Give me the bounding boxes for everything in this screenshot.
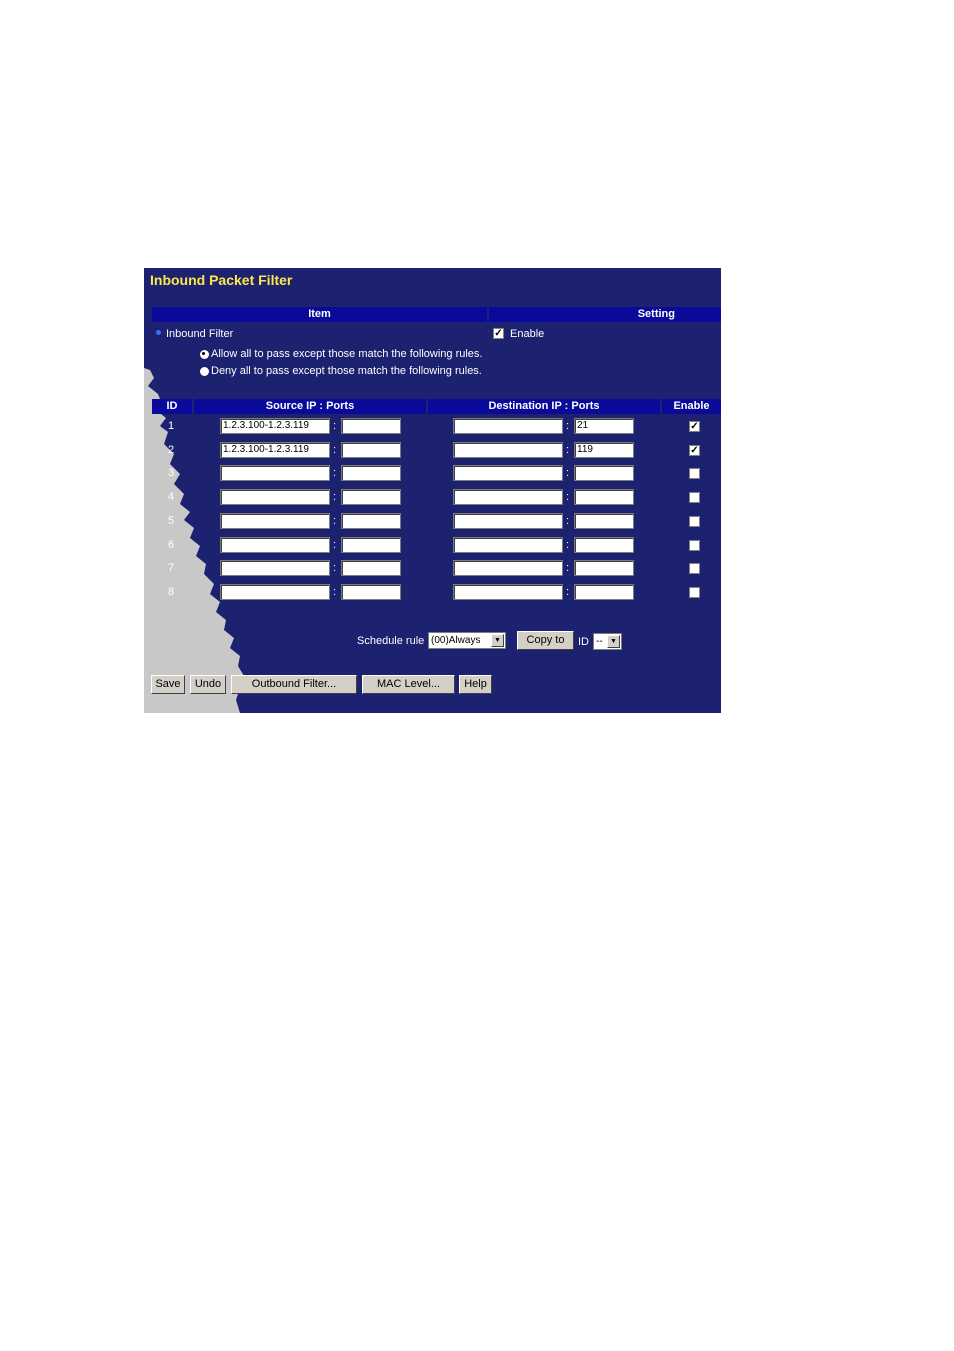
colon-separator: : xyxy=(566,420,570,432)
destination-ip-input[interactable] xyxy=(453,584,563,600)
source-port-input[interactable] xyxy=(341,584,401,600)
item-column-header: Item xyxy=(152,307,487,322)
source-port-input[interactable] xyxy=(341,537,401,553)
inbound-packet-filter-panel: Inbound Packet Filter Item Setting Inbou… xyxy=(144,268,721,713)
rule-enable-checkbox[interactable]: ✓ xyxy=(689,421,700,432)
row-id: 4 xyxy=(167,491,175,503)
source-column-header: Source IP : Ports xyxy=(194,399,426,414)
row-id: 2 xyxy=(167,444,175,456)
copy-id-label: ID xyxy=(578,636,589,648)
colon-separator: : xyxy=(333,420,337,432)
copy-id-select[interactable]: -- ▼ xyxy=(593,633,622,650)
row-id: 3 xyxy=(167,467,175,479)
inbound-filter-enable-checkbox[interactable]: ✓ xyxy=(493,328,504,339)
enable-label: Enable xyxy=(510,328,545,340)
enable-column-header: Enable xyxy=(662,399,721,414)
mac-level-button[interactable]: MAC Level... xyxy=(362,675,455,694)
colon-separator: : xyxy=(333,515,337,527)
destination-ip-input[interactable] xyxy=(453,537,563,553)
help-button[interactable]: Help xyxy=(459,675,492,694)
colon-separator: : xyxy=(566,467,570,479)
row-id: 8 xyxy=(167,586,175,598)
destination-ip-input[interactable] xyxy=(453,442,563,458)
row-id: 5 xyxy=(167,515,175,527)
bullet-icon xyxy=(156,330,161,335)
source-port-input[interactable] xyxy=(341,465,401,481)
rule-enable-checkbox[interactable] xyxy=(689,492,700,503)
inbound-filter-label: Inbound Filter xyxy=(166,328,234,340)
destination-port-input[interactable] xyxy=(574,489,634,505)
destination-port-input[interactable] xyxy=(574,513,634,529)
save-button[interactable]: Save xyxy=(151,675,185,694)
rule-enable-checkbox[interactable] xyxy=(689,587,700,598)
colon-separator: : xyxy=(566,491,570,503)
row-id: 1 xyxy=(167,420,175,432)
colon-separator: : xyxy=(333,444,337,456)
deny-policy-label: Deny all to pass except those match the … xyxy=(211,365,482,377)
destination-column-header: Destination IP : Ports xyxy=(428,399,660,414)
colon-separator: : xyxy=(566,444,570,456)
destination-port-input[interactable] xyxy=(574,560,634,576)
copy-to-button[interactable]: Copy to xyxy=(517,631,574,650)
destination-port-input[interactable] xyxy=(574,537,634,553)
colon-separator: : xyxy=(333,467,337,479)
destination-ip-input[interactable] xyxy=(453,465,563,481)
id-column-header: ID xyxy=(152,399,192,414)
undo-button[interactable]: Undo xyxy=(190,675,226,694)
destination-ip-input[interactable] xyxy=(453,513,563,529)
allow-policy-label: Allow all to pass except those match the… xyxy=(211,348,483,360)
chevron-down-icon: ▼ xyxy=(491,634,504,647)
rule-enable-checkbox[interactable] xyxy=(689,563,700,574)
source-port-input[interactable] xyxy=(341,489,401,505)
setting-column-header: Setting xyxy=(489,307,721,322)
source-ip-input[interactable] xyxy=(220,489,330,505)
schedule-rule-select[interactable]: (00)Always ▼ xyxy=(428,632,506,649)
source-port-input[interactable] xyxy=(341,560,401,576)
colon-separator: : xyxy=(566,515,570,527)
colon-separator: : xyxy=(333,586,337,598)
deny-policy-radio[interactable] xyxy=(200,367,209,376)
destination-port-input[interactable]: 21 xyxy=(574,418,634,434)
source-ip-input[interactable]: 1.2.3.100-1.2.3.119 xyxy=(220,442,330,458)
schedule-rule-label: Schedule rule xyxy=(357,635,425,647)
source-ip-input[interactable] xyxy=(220,465,330,481)
rule-enable-checkbox[interactable] xyxy=(689,540,700,551)
destination-port-input[interactable] xyxy=(574,584,634,600)
source-ip-input[interactable] xyxy=(220,537,330,553)
source-ip-input[interactable] xyxy=(220,513,330,529)
source-port-input[interactable] xyxy=(341,513,401,529)
allow-policy-radio[interactable] xyxy=(200,350,209,359)
row-id: 6 xyxy=(167,539,175,551)
page-title: Inbound Packet Filter xyxy=(150,272,293,288)
colon-separator: : xyxy=(566,562,570,574)
rule-enable-checkbox[interactable] xyxy=(689,516,700,527)
source-ip-input[interactable] xyxy=(220,584,330,600)
source-port-input[interactable] xyxy=(341,418,401,434)
source-port-input[interactable] xyxy=(341,442,401,458)
colon-separator: : xyxy=(333,539,337,551)
source-ip-input[interactable] xyxy=(220,560,330,576)
destination-ip-input[interactable] xyxy=(453,418,563,434)
destination-port-input[interactable]: 119 xyxy=(574,442,634,458)
colon-separator: : xyxy=(566,539,570,551)
colon-separator: : xyxy=(333,491,337,503)
rule-enable-checkbox[interactable] xyxy=(689,468,700,479)
row-id: 7 xyxy=(167,562,175,574)
chevron-down-icon: ▼ xyxy=(607,635,620,648)
source-ip-input[interactable]: 1.2.3.100-1.2.3.119 xyxy=(220,418,330,434)
destination-ip-input[interactable] xyxy=(453,489,563,505)
outbound-filter-button[interactable]: Outbound Filter... xyxy=(231,675,357,694)
destination-port-input[interactable] xyxy=(574,465,634,481)
colon-separator: : xyxy=(333,562,337,574)
colon-separator: : xyxy=(566,586,570,598)
destination-ip-input[interactable] xyxy=(453,560,563,576)
rule-enable-checkbox[interactable]: ✓ xyxy=(689,445,700,456)
